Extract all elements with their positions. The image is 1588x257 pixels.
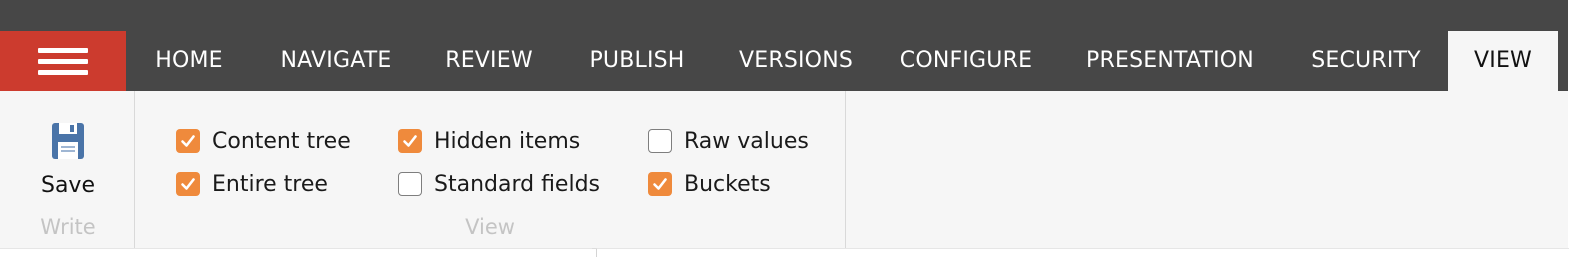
tab-versions[interactable]: VERSIONS: [716, 31, 876, 91]
buckets-checkbox[interactable]: Buckets: [648, 170, 771, 198]
hamburger-icon-line: [38, 47, 88, 53]
ribbon-panel: Save Write Content tree Entire tree Hidd…: [0, 91, 1568, 249]
entire-tree-label: Entire tree: [212, 171, 328, 197]
top-bar: [0, 0, 1588, 31]
checkbox-unchecked-icon: [398, 172, 422, 196]
checkbox-checked-icon: [176, 129, 200, 153]
tab-publish[interactable]: PUBLISH: [558, 31, 716, 91]
group-divider: [134, 91, 135, 248]
content-tree-checkbox[interactable]: Content tree: [176, 127, 351, 155]
hamburger-icon-line: [38, 58, 88, 64]
checkbox-checked-icon: [648, 172, 672, 196]
hidden-items-label: Hidden items: [434, 128, 581, 154]
tab-home[interactable]: HOME: [126, 31, 252, 91]
hamburger-menu-button[interactable]: [0, 31, 126, 91]
tab-navigate[interactable]: NAVIGATE: [252, 31, 420, 91]
raw-values-checkbox[interactable]: Raw values: [648, 127, 809, 155]
entire-tree-checkbox[interactable]: Entire tree: [176, 170, 328, 198]
hamburger-icon-line: [38, 69, 88, 75]
tab-review[interactable]: REVIEW: [420, 31, 558, 91]
tab-configure[interactable]: CONFIGURE: [876, 31, 1056, 91]
raw-values-label: Raw values: [684, 128, 809, 154]
content-tree-label: Content tree: [212, 128, 351, 154]
standard-fields-checkbox[interactable]: Standard fields: [398, 170, 600, 198]
group-divider: [845, 91, 846, 248]
window-edge: [1568, 0, 1588, 256]
buckets-label: Buckets: [684, 171, 771, 197]
write-group-label: Write: [40, 215, 96, 239]
checkbox-checked-icon: [176, 172, 200, 196]
floppy-disk-icon: [52, 123, 84, 159]
tab-security[interactable]: SECURITY: [1284, 31, 1448, 91]
standard-fields-label: Standard fields: [434, 171, 601, 197]
checkbox-checked-icon: [398, 129, 422, 153]
checkbox-unchecked-icon: [648, 129, 672, 153]
tab-presentation[interactable]: PRESENTATION: [1056, 31, 1284, 91]
hidden-items-checkbox[interactable]: Hidden items: [398, 127, 580, 155]
ribbon-tabs: HOME NAVIGATE REVIEW PUBLISH VERSIONS CO…: [126, 31, 1558, 91]
tab-view[interactable]: VIEW: [1448, 31, 1558, 91]
save-label: Save: [40, 173, 95, 198]
save-button[interactable]: Save: [22, 117, 114, 205]
view-group-label: View: [465, 215, 515, 239]
